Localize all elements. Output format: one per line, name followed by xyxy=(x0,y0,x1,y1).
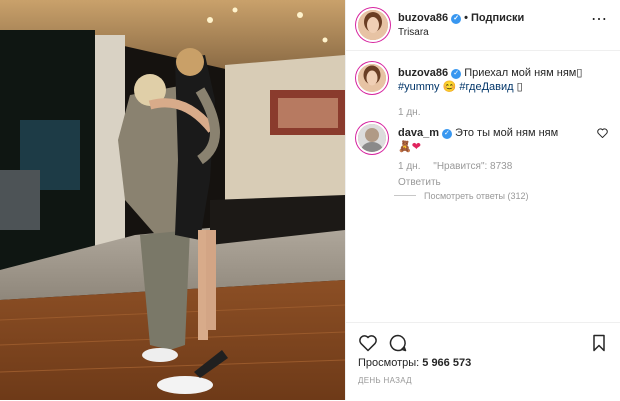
comment-body: dava_m ✓ Это ты мой ням ням 🧸❤ 1 дн. "Нра… xyxy=(398,126,598,190)
view-replies-label: Посмотреть ответы (312) xyxy=(424,191,529,201)
caption-meta: 1 дн. xyxy=(398,106,598,120)
replies-divider-line xyxy=(394,195,416,196)
comment-bubble-icon[interactable] xyxy=(388,333,408,353)
avatar-image xyxy=(358,64,386,92)
heart-icon xyxy=(359,335,377,352)
author-line: buzova86 ✓ • Подписки xyxy=(398,12,524,24)
post-video[interactable] xyxy=(0,0,345,400)
caption-avatar[interactable] xyxy=(358,64,386,92)
hashtag-yummy[interactable]: #yummy xyxy=(398,81,440,93)
comment-like-heart-icon[interactable] xyxy=(597,128,608,141)
heart-outline-icon xyxy=(597,128,608,139)
commenter-avatar[interactable] xyxy=(358,124,386,152)
author-avatar[interactable] xyxy=(358,10,388,40)
comment-time[interactable]: 1 дн. xyxy=(398,161,420,172)
like-heart-icon[interactable] xyxy=(358,333,378,353)
caption-text: Приехал мой ням ням xyxy=(464,67,577,79)
caption-username[interactable]: buzova86 xyxy=(398,67,448,79)
hashtag-gde-david[interactable]: #гдеДавид xyxy=(459,81,513,93)
emoji-placeholder: ▯ xyxy=(516,81,523,93)
emoji-smile: 😊 xyxy=(442,81,457,93)
speech-bubble-icon xyxy=(389,334,407,352)
save-bookmark-icon[interactable] xyxy=(589,333,609,353)
post-actions: Просмотры: 5 966 573 ДЕНЬ НАЗАД xyxy=(346,322,620,401)
emoji-bear: 🧸 xyxy=(398,141,412,153)
views-number: 5 966 573 xyxy=(422,357,472,369)
following-button[interactable]: Подписки xyxy=(471,12,524,24)
instagram-post: buzova86 ✓ • Подписки Trisara ⋯ buzova86 ✓ П… xyxy=(0,0,620,400)
bookmark-icon xyxy=(593,334,605,352)
comment-meta: 1 дн. "Нравится": 8738 xyxy=(398,160,598,174)
emoji-placeholder: ▯ xyxy=(576,67,583,79)
reply-button[interactable]: Ответить xyxy=(398,176,598,190)
verified-badge-icon: ✓ xyxy=(451,69,462,79)
author-username[interactable]: buzova86 xyxy=(398,12,448,24)
video-frame xyxy=(0,0,345,400)
comment-likes[interactable]: "Нравится": 8738 xyxy=(433,161,512,172)
post-sidebar: buzova86 ✓ • Подписки Trisara ⋯ buzova86 ✓ П… xyxy=(345,0,620,400)
views-label: Просмотры: xyxy=(358,357,420,369)
verified-badge-icon: ✓ xyxy=(441,129,452,139)
comment-text: Это ты мой ням ням xyxy=(455,127,559,139)
emoji-heart: ❤ xyxy=(411,141,421,153)
separator-dot: • xyxy=(464,12,468,24)
view-replies-button[interactable]: Посмотреть ответы (312) xyxy=(394,191,529,201)
caption-body: buzova86 ✓ Приехал мой ням ням▯ #yummy 😊 … xyxy=(398,66,598,120)
avatar-image xyxy=(358,10,388,40)
views-count[interactable]: Просмотры: 5 966 573 xyxy=(358,357,471,369)
verified-badge-icon: ✓ xyxy=(451,14,462,24)
caption-time[interactable]: 1 дн. xyxy=(398,107,420,118)
more-options-icon[interactable]: ⋯ xyxy=(591,12,607,28)
location-link[interactable]: Trisara xyxy=(398,27,429,38)
avatar-image xyxy=(358,124,386,152)
post-header: buzova86 ✓ • Подписки Trisara ⋯ xyxy=(346,0,620,51)
comment-username[interactable]: dava_m xyxy=(398,127,439,139)
post-date[interactable]: ДЕНЬ НАЗАД xyxy=(358,376,412,385)
